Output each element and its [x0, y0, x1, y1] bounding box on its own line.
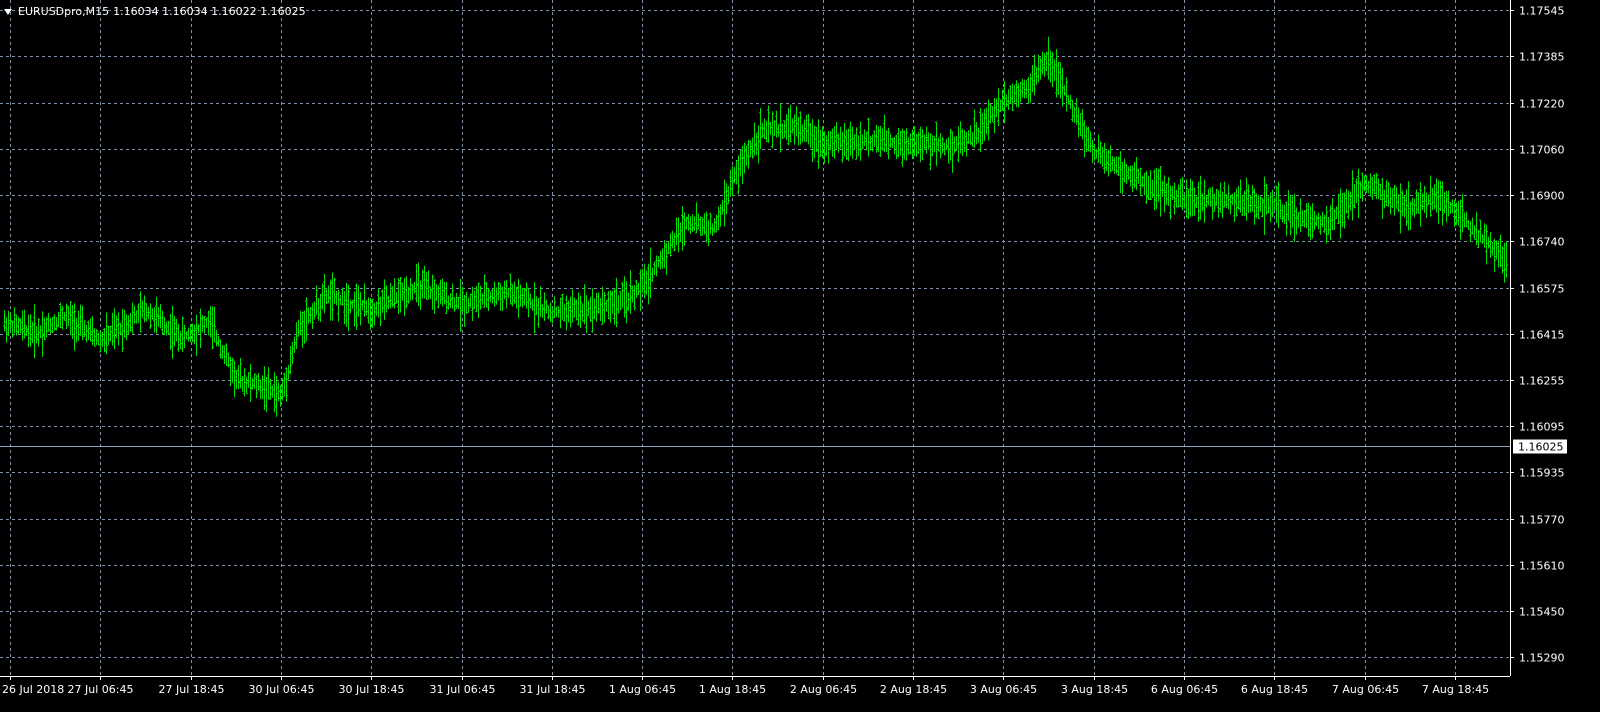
x-tick-label: 3 Aug 06:45 [970, 683, 1037, 696]
time-axis: 26 Jul 2018 27 Jul 06:45 27 Jul 18:45 30 Ju… [2, 676, 1489, 696]
x-tick-label: 26 Jul 2018 [2, 683, 64, 696]
price-axis: 1.17545 1.17385 1.17220 1.17060 1.16900 1.167… [1510, 5, 1565, 665]
y-tick-label: 1.16255 [1519, 375, 1565, 388]
ohlc-values: 1.16034 1.16034 1.16022 1.16025 [113, 5, 306, 18]
y-tick-label: 1.16900 [1519, 190, 1565, 203]
chart-grid [0, 0, 1510, 676]
y-tick-label: 1.16095 [1519, 421, 1565, 434]
x-tick-label: 7 Aug 18:45 [1422, 683, 1489, 696]
x-tick-label: 31 Jul 18:45 [520, 683, 586, 696]
x-tick-label: 27 Jul 06:45 [68, 683, 134, 696]
chart-menu-triangle-icon[interactable] [4, 8, 12, 15]
current-price-tag: 1.16025 [1513, 439, 1567, 454]
x-tick-label: 31 Jul 06:45 [430, 683, 496, 696]
x-tick-label: 7 Aug 06:45 [1332, 683, 1399, 696]
y-tick-label: 1.16575 [1519, 283, 1565, 296]
y-tick-label: 1.15290 [1519, 652, 1565, 665]
y-tick-label: 1.15450 [1519, 606, 1565, 619]
x-tick-label: 27 Jul 18:45 [159, 683, 225, 696]
x-tick-label: 3 Aug 18:45 [1061, 683, 1128, 696]
y-tick-label: 1.15935 [1519, 467, 1565, 480]
price-chart[interactable]: 1.17545 1.17385 1.17220 1.17060 1.16900 1.167… [0, 0, 1600, 712]
y-tick-label: 1.17060 [1519, 144, 1565, 157]
y-tick-label: 1.15610 [1519, 560, 1565, 573]
y-tick-label: 1.15770 [1519, 514, 1565, 527]
x-tick-label: 30 Jul 18:45 [339, 683, 405, 696]
y-tick-label: 1.16740 [1519, 236, 1565, 249]
y-tick-label: 1.17545 [1519, 5, 1565, 18]
x-tick-label: 1 Aug 18:45 [699, 683, 766, 696]
y-tick-label: 1.16415 [1519, 329, 1565, 342]
symbol-label: EURUSDpro,M15 [18, 5, 110, 18]
x-tick-label: 30 Jul 06:45 [249, 683, 315, 696]
y-tick-label: 1.17220 [1519, 98, 1565, 111]
current-price-label: 1.16025 [1518, 441, 1564, 454]
x-tick-label: 6 Aug 06:45 [1151, 683, 1218, 696]
price-bars [3, 36, 1508, 417]
chart-header: EURUSDpro,M15 1.16034 1.16034 1.16022 1.… [4, 5, 306, 18]
x-tick-label: 2 Aug 06:45 [790, 683, 857, 696]
chart-window[interactable]: 1.17545 1.17385 1.17220 1.17060 1.16900 1.167… [0, 0, 1600, 712]
y-tick-label: 1.17385 [1519, 51, 1565, 64]
x-tick-label: 2 Aug 18:45 [880, 683, 947, 696]
x-tick-label: 6 Aug 18:45 [1241, 683, 1308, 696]
x-tick-label: 1 Aug 06:45 [609, 683, 676, 696]
